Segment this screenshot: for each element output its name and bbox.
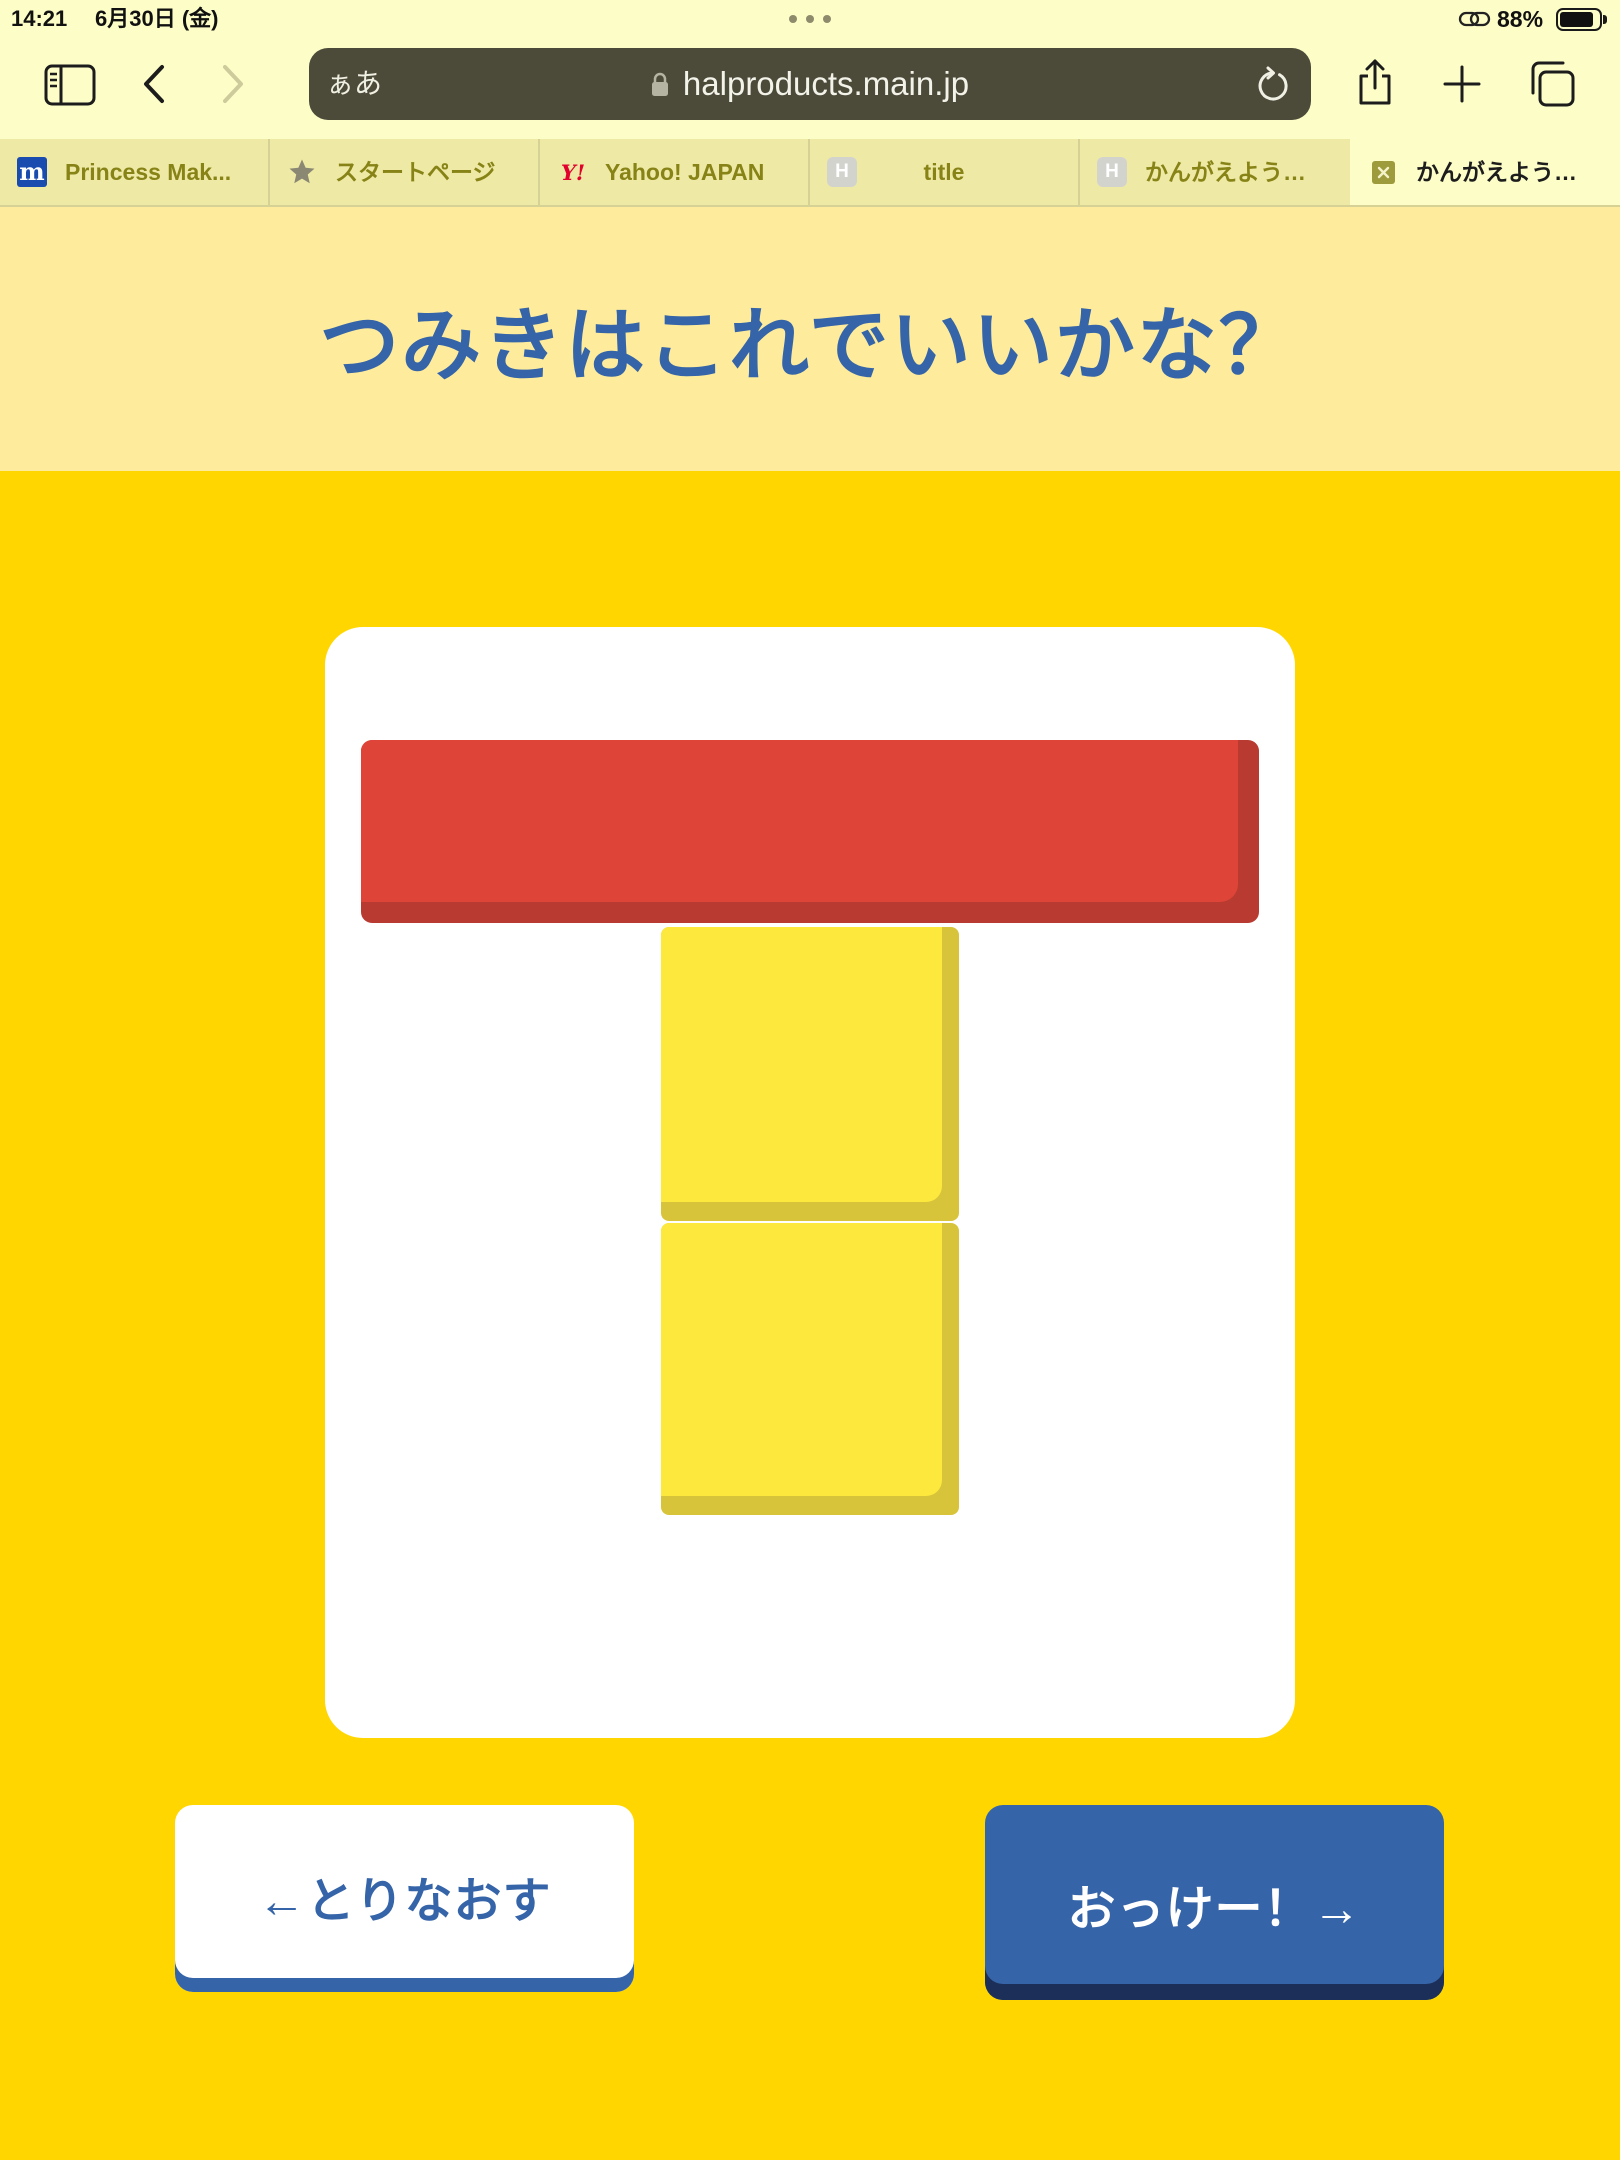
link-icon bbox=[1458, 11, 1491, 27]
page-header: つみきはこれでいいかな？ bbox=[0, 207, 1620, 471]
status-date: 6月30日 (金) bbox=[95, 6, 219, 31]
yellow-block bbox=[661, 927, 959, 1221]
retry-button[interactable]: ←とりなおす bbox=[175, 1805, 634, 1992]
plus-icon[interactable] bbox=[1443, 65, 1481, 103]
battery-percentage: 88% bbox=[1497, 6, 1544, 32]
ok-button[interactable]: おっけー！→ bbox=[985, 1805, 1444, 2000]
yellow-block bbox=[661, 1223, 959, 1515]
battery-nub bbox=[1603, 15, 1607, 24]
h-favicon-icon: H bbox=[1097, 157, 1127, 187]
share-icon[interactable] bbox=[1356, 58, 1394, 106]
tab-kangaeyou[interactable]: H かんがえよう… bbox=[1080, 139, 1350, 205]
battery-fill bbox=[1560, 12, 1594, 27]
tab-label: title bbox=[923, 159, 965, 185]
tab-princess-maker[interactable]: m Princess Mak... bbox=[0, 139, 270, 205]
close-tab-icon[interactable] bbox=[1372, 161, 1395, 184]
tab-yahoo-japan[interactable]: Y! Yahoo! JAPAN bbox=[540, 139, 810, 205]
browser-chrome: 14:21 6月30日 (金) 88% ぁあ halproducts.main.… bbox=[0, 0, 1620, 207]
yellow-block-face bbox=[661, 1223, 942, 1496]
yahoo-favicon-icon: Y! bbox=[560, 159, 586, 185]
reload-icon[interactable] bbox=[1255, 65, 1291, 103]
back-icon[interactable] bbox=[142, 64, 166, 104]
battery-icon bbox=[1556, 8, 1602, 31]
page-title: つみきはこれでいいかな？ bbox=[319, 301, 1301, 390]
url-text: halproducts.main.jp bbox=[682, 65, 970, 102]
status-time: 14:21 bbox=[11, 6, 68, 31]
forward-icon[interactable] bbox=[221, 64, 245, 104]
tab-label: かんがえよう… bbox=[1416, 159, 1577, 185]
red-block bbox=[361, 740, 1259, 923]
tab-label: かんがえよう… bbox=[1145, 159, 1306, 185]
url-display[interactable]: halproducts.main.jp bbox=[309, 48, 1311, 120]
tab-label: Princess Mak... bbox=[65, 159, 232, 185]
tab-start-page[interactable]: スタートページ bbox=[270, 139, 540, 205]
m-favicon-icon: m bbox=[17, 157, 47, 187]
tabs-overview-icon[interactable] bbox=[1528, 60, 1576, 108]
more-dots-icon[interactable] bbox=[789, 13, 831, 25]
tab-title[interactable]: H title bbox=[810, 139, 1080, 205]
tab-label: スタートページ bbox=[335, 159, 496, 185]
star-icon bbox=[287, 157, 317, 187]
tab-label: Yahoo! JAPAN bbox=[605, 159, 765, 185]
yellow-block-face bbox=[661, 927, 942, 1202]
sidebar-icon[interactable] bbox=[44, 64, 96, 106]
address-bar[interactable]: ぁあ halproducts.main.jp bbox=[309, 48, 1311, 120]
tab-kangaeyou-active[interactable]: かんがえよう… bbox=[1350, 139, 1620, 205]
tab-bar: m Princess Mak... スタートページ Y! Yahoo! JAPA… bbox=[0, 139, 1620, 207]
lock-icon bbox=[651, 72, 668, 96]
status-bar: 14:21 6月30日 (金) 88% bbox=[0, 0, 1620, 40]
red-block-face bbox=[361, 740, 1238, 902]
